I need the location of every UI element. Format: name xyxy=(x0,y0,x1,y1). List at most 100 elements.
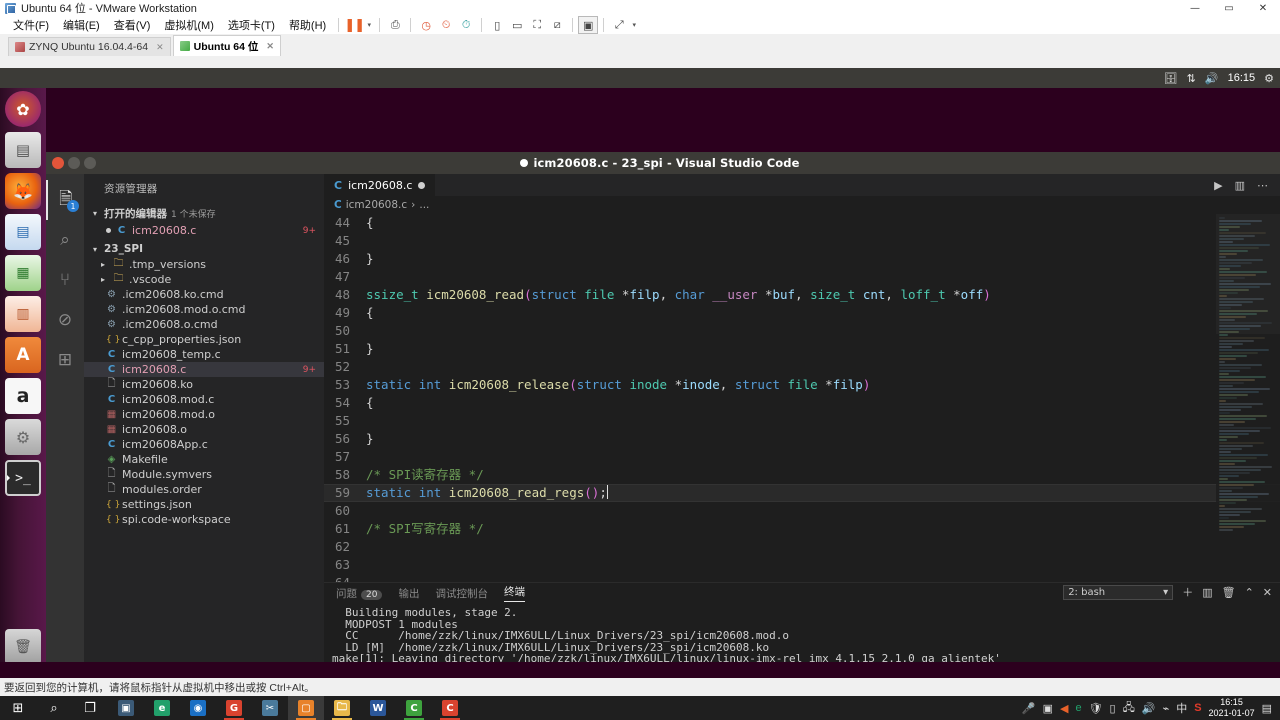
network-icon[interactable]: ⇅ xyxy=(1187,72,1196,85)
task-view-button[interactable]: ❐ xyxy=(72,696,108,720)
explorer-icon[interactable]: 🗀 xyxy=(324,696,360,720)
libreoffice-calc-icon[interactable]: ▦ xyxy=(5,255,41,291)
panel-tab[interactable]: 终端 xyxy=(503,584,525,602)
kill-terminal-icon[interactable]: 🗑 xyxy=(1222,586,1236,599)
file-tree-item[interactable]: Cicm20608.c 9+ xyxy=(84,362,324,377)
network-icon-tray[interactable]: 🖧 xyxy=(1123,699,1135,718)
activity-source-control[interactable]: ⑂ xyxy=(46,260,84,300)
file-tree-item[interactable]: ▸ 🗀 .tmp_versions xyxy=(84,257,324,272)
activity-debug[interactable]: ⊘ xyxy=(46,300,84,340)
taskbar-clock[interactable]: 16:15 2021-01-07 xyxy=(1209,697,1255,719)
libreoffice-writer-icon[interactable]: ▤ xyxy=(5,214,41,250)
snapshot-icon[interactable]: ◷ xyxy=(416,16,436,34)
file-tree-item[interactable]: ▸ 🗀 .vscode xyxy=(84,272,324,287)
vm-tab-zynq[interactable]: ZYNQ Ubuntu 16.04.4-64 ✕ xyxy=(8,37,171,56)
menu-edit[interactable]: 编辑(E) xyxy=(56,15,107,35)
libreoffice-impress-icon[interactable]: ▥ xyxy=(5,296,41,332)
expand-icon[interactable]: ⤢ xyxy=(609,16,629,34)
file-tree-item[interactable]: 🗋 Module.symvers xyxy=(84,467,324,482)
ubuntu-clock[interactable]: 16:15 xyxy=(1228,72,1256,84)
menu-tabs[interactable]: 选项卡(T) xyxy=(221,15,282,35)
minimap[interactable] xyxy=(1216,214,1280,582)
file-tree-item[interactable]: { } c_cpp_properties.json xyxy=(84,332,324,347)
split-editor-icon[interactable]: ▥ xyxy=(1235,179,1245,192)
panel-tab[interactable]: 问题 20 xyxy=(336,586,383,601)
power-gear-icon[interactable]: ⚙ xyxy=(1264,72,1274,85)
amazon-icon[interactable]: a xyxy=(5,378,41,414)
archive-icon[interactable]: 🗄 xyxy=(1164,72,1178,85)
activity-search[interactable]: ⌕ xyxy=(46,220,84,260)
speaker-orange-icon[interactable]: ◀ xyxy=(1060,702,1068,715)
panel-tab[interactable]: 调试控制台 xyxy=(435,586,488,601)
cquery-red-icon[interactable]: C xyxy=(432,696,468,720)
trash-icon[interactable]: 🗑 xyxy=(5,629,41,665)
new-terminal-icon[interactable]: ＋ xyxy=(1182,584,1193,600)
split-terminal-icon[interactable]: ▥ xyxy=(1202,586,1212,599)
pause-icon[interactable]: ❚❚ xyxy=(344,16,365,34)
console-view-icon[interactable]: ▣ xyxy=(578,16,599,34)
camera-app-icon[interactable]: ▣ xyxy=(108,696,144,720)
revert-snapshot-icon[interactable]: ⏲ xyxy=(436,16,456,34)
word-icon[interactable]: W xyxy=(360,696,396,720)
open-editor-item[interactable]: C icm20608.c 9+ xyxy=(84,223,324,238)
menu-vm[interactable]: 虚拟机(M) xyxy=(157,15,221,35)
gitee-icon[interactable]: G xyxy=(216,696,252,720)
firefox-icon[interactable]: 🦊 xyxy=(5,173,41,209)
code-editor[interactable]: 44{45 46} 47 48 ssize_t icm20608_read(struct… xyxy=(324,214,1280,582)
mic-icon[interactable]: 🎤 xyxy=(1022,702,1036,715)
vmware-workstation-icon[interactable]: ▢ xyxy=(288,696,324,720)
volume-icon[interactable]: 🔊 xyxy=(1205,72,1219,85)
cquery-green-icon[interactable]: C xyxy=(396,696,432,720)
activity-extensions[interactable]: ⊞ xyxy=(46,340,84,380)
vm-tab-close-icon-active[interactable]: ✕ xyxy=(266,41,274,52)
ime-cn-icon[interactable]: 中 xyxy=(1176,700,1187,716)
security-icon[interactable]: 🛡 xyxy=(1089,702,1103,715)
file-tree-item[interactable]: { } settings.json xyxy=(84,497,324,512)
editor-tab-icm20608[interactable]: C icm20608.c xyxy=(324,174,437,196)
run-icon[interactable]: ▶ xyxy=(1214,179,1222,192)
window-close-button[interactable] xyxy=(52,157,64,169)
open-editors-section[interactable]: ▾ 打开的编辑器 1 个未保存 xyxy=(84,203,324,223)
start-button[interactable]: ⊞ xyxy=(0,696,36,720)
minimize-button[interactable]: — xyxy=(1178,0,1212,16)
edge-legacy-icon[interactable]: e xyxy=(144,696,180,720)
vm-tab-ubuntu64[interactable]: Ubuntu 64 位 ✕ xyxy=(172,35,281,56)
panel-tab[interactable]: 输出 xyxy=(398,586,419,601)
more-actions-icon[interactable]: ⋯ xyxy=(1257,179,1268,192)
split-view-icon[interactable]: ▯ xyxy=(487,16,507,34)
unity-icon[interactable]: ▭ xyxy=(507,16,527,34)
file-tree-item[interactable]: Cicm20608App.c xyxy=(84,437,324,452)
system-settings-icon[interactable]: ⚙ xyxy=(5,419,41,455)
files-icon[interactable]: ▤ xyxy=(5,132,41,168)
file-tree-item[interactable]: Cicm20608.mod.c xyxy=(84,392,324,407)
terminal-icon[interactable]: >_ xyxy=(5,460,41,496)
breadcrumb-file[interactable]: icm20608.c xyxy=(346,199,407,211)
ubuntu-dash-icon[interactable]: ✿ xyxy=(5,91,41,127)
close-panel-icon[interactable]: ✕ xyxy=(1263,586,1272,599)
file-tree-item[interactable]: ⚙ .icm20608.mod.o.cmd xyxy=(84,302,324,317)
window-minimize-button[interactable] xyxy=(68,157,80,169)
browser-icon[interactable]: ◉ xyxy=(180,696,216,720)
bluetooth-icon[interactable]: ⌁ xyxy=(1163,702,1170,715)
taskbar-search-button[interactable]: ⌕ xyxy=(36,696,72,720)
ubuntu-software-icon[interactable]: A xyxy=(5,337,41,373)
menu-help[interactable]: 帮助(H) xyxy=(282,15,333,35)
file-tree-item[interactable]: Cicm20608_temp.c xyxy=(84,347,324,362)
expand-caret-down-icon[interactable]: ▾ xyxy=(629,16,639,34)
send-ctrl-alt-del-icon[interactable]: ⎙ xyxy=(385,16,405,34)
snapshot-manager-icon[interactable]: ⏱ xyxy=(456,16,476,34)
file-tree-item[interactable]: ▦ icm20608.o xyxy=(84,422,324,437)
file-tree-item[interactable]: { } spi.code-workspace xyxy=(84,512,324,527)
menu-file[interactable]: 文件(F) xyxy=(6,15,56,35)
file-tree-item[interactable]: ⚙ .icm20608.o.cmd xyxy=(84,317,324,332)
project-root-section[interactable]: ▾ 23_SPI xyxy=(84,240,324,257)
menu-view[interactable]: 查看(V) xyxy=(107,15,158,35)
vm-tab-close-icon[interactable]: ✕ xyxy=(156,42,164,53)
battery-icon[interactable]: ▯ xyxy=(1110,702,1116,715)
close-button[interactable]: ✕ xyxy=(1246,0,1280,16)
file-tree-item[interactable]: ⚙ .icm20608.ko.cmd xyxy=(84,287,324,302)
maximize-panel-icon[interactable]: ⌃ xyxy=(1245,586,1254,599)
file-tree-item[interactable]: ▦ icm20608.mod.o xyxy=(84,407,324,422)
fullscreen-icon[interactable]: ⛶ xyxy=(527,16,547,34)
stretch-icon[interactable]: ⧄ xyxy=(547,16,567,34)
